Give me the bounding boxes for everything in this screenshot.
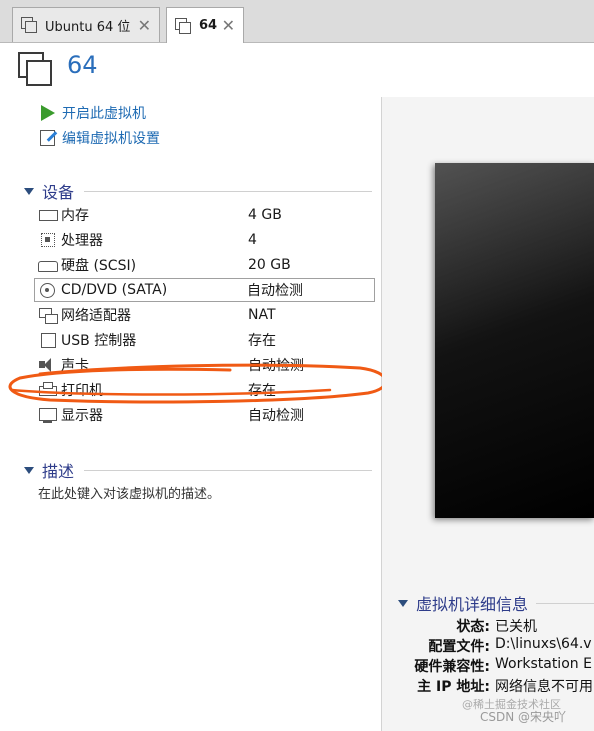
usb-icon (38, 332, 58, 348)
vm-header: 64 (0, 43, 594, 95)
device-value: 存在 (248, 383, 276, 399)
device-row-processor[interactable]: 处理器 4 (38, 228, 374, 252)
vm-icon (175, 17, 191, 34)
vm-preview-pane: 虚拟机详细信息 状态: 已关机 配置文件: D:\linuxs\64.v 硬件兼… (382, 97, 594, 731)
description-section-header[interactable]: 描述 (24, 458, 372, 482)
vm-icon (18, 52, 52, 86)
detail-row-ip-address: 主 IP 地址: 网络信息不可用 (382, 676, 594, 696)
devices-section-header[interactable]: 设备 (24, 179, 372, 203)
device-row-printer[interactable]: 打印机 存在 (38, 378, 374, 402)
memory-icon (38, 207, 58, 223)
detail-value: Workstation E (495, 656, 592, 672)
device-name: 显示器 (61, 408, 103, 424)
section-title: 描述 (42, 462, 75, 481)
device-name: 处理器 (61, 233, 103, 249)
detail-row-hardware-compat: 硬件兼容性: Workstation E (382, 656, 594, 676)
device-row-display[interactable]: 显示器 自动检测 (38, 403, 374, 427)
divider (84, 190, 372, 192)
device-row-cd-dvd[interactable]: CD/DVD (SATA) 自动检测 (34, 278, 375, 302)
device-value: 4 (248, 232, 257, 248)
power-on-button[interactable]: 开启此虚拟机 (40, 103, 146, 123)
cd-dvd-icon (38, 282, 58, 298)
sound-card-icon (38, 357, 58, 373)
detail-value: 网络信息不可用 (495, 679, 593, 695)
vm-summary-pane: 开启此虚拟机 编辑虚拟机设置 设备 内存 4 GB 处理器 4 硬盘 (SCSI… (0, 97, 388, 731)
tab-strip: Ubuntu 64 位 ✕ 64 ✕ (0, 0, 594, 43)
device-value: 自动检测 (248, 408, 304, 424)
device-row-usb[interactable]: USB 控制器 存在 (38, 328, 374, 352)
tab-ubuntu-64[interactable]: Ubuntu 64 位 ✕ (12, 7, 160, 42)
device-name: USB 控制器 (61, 333, 137, 349)
device-value: 4 GB (248, 207, 282, 223)
device-row-network[interactable]: 网络适配器 NAT (38, 303, 374, 327)
edit-settings-label: 编辑虚拟机设置 (62, 131, 160, 147)
tab-64[interactable]: 64 ✕ (166, 7, 244, 43)
hard-disk-icon (38, 257, 58, 273)
divider (536, 602, 594, 604)
vm-icon (21, 17, 37, 33)
device-value: 20 GB (248, 257, 291, 273)
close-icon[interactable]: ✕ (138, 16, 151, 35)
power-on-label: 开启此虚拟机 (62, 106, 146, 122)
device-name: 声卡 (61, 358, 89, 374)
tab-label: 64 (199, 18, 218, 33)
description-field[interactable]: 在此处键入对该虚拟机的描述。 (38, 483, 220, 502)
edit-settings-button[interactable]: 编辑虚拟机设置 (40, 128, 160, 148)
device-value: 自动检测 (247, 283, 303, 299)
device-name: 硬盘 (SCSI) (61, 258, 137, 274)
collapse-icon (24, 466, 34, 474)
device-value: 存在 (248, 333, 276, 349)
detail-row-status: 状态: 已关机 (382, 616, 594, 636)
detail-value: D:\linuxs\64.v (495, 636, 592, 652)
details-section-header[interactable]: 虚拟机详细信息 (398, 591, 594, 615)
device-row-memory[interactable]: 内存 4 GB (38, 203, 374, 227)
watermark: CSDN @宋央吖 (480, 710, 567, 724)
collapse-icon (398, 599, 408, 607)
device-name: 打印机 (61, 383, 103, 399)
play-icon (40, 104, 58, 122)
vm-screen-thumbnail[interactable] (435, 163, 594, 518)
detail-value: 已关机 (495, 619, 537, 635)
section-title: 设备 (42, 183, 75, 202)
device-name: 网络适配器 (61, 308, 131, 324)
detail-key: 状态: (456, 619, 490, 635)
printer-icon (38, 382, 58, 398)
edit-settings-icon (40, 129, 58, 147)
tab-label: Ubuntu 64 位 (45, 19, 131, 35)
divider (84, 469, 372, 471)
device-row-hard-disk[interactable]: 硬盘 (SCSI) 20 GB (38, 253, 374, 277)
collapse-icon (24, 187, 34, 195)
device-row-sound[interactable]: 声卡 自动检测 (38, 353, 374, 377)
device-name: 内存 (61, 208, 89, 224)
detail-key: 硬件兼容性: (414, 659, 490, 675)
detail-row-config-file: 配置文件: D:\linuxs\64.v (382, 636, 594, 656)
device-value: NAT (248, 307, 276, 323)
close-icon[interactable]: ✕ (222, 16, 235, 35)
device-name: CD/DVD (SATA) (61, 282, 168, 298)
detail-key: 配置文件: (428, 639, 490, 655)
processor-icon (38, 232, 58, 248)
page-title: 64 (67, 51, 98, 79)
display-icon (38, 407, 58, 423)
device-value: 自动检测 (248, 358, 304, 374)
detail-key: 主 IP 地址: (417, 679, 490, 695)
section-title: 虚拟机详细信息 (416, 595, 529, 614)
network-adapter-icon (38, 307, 58, 324)
